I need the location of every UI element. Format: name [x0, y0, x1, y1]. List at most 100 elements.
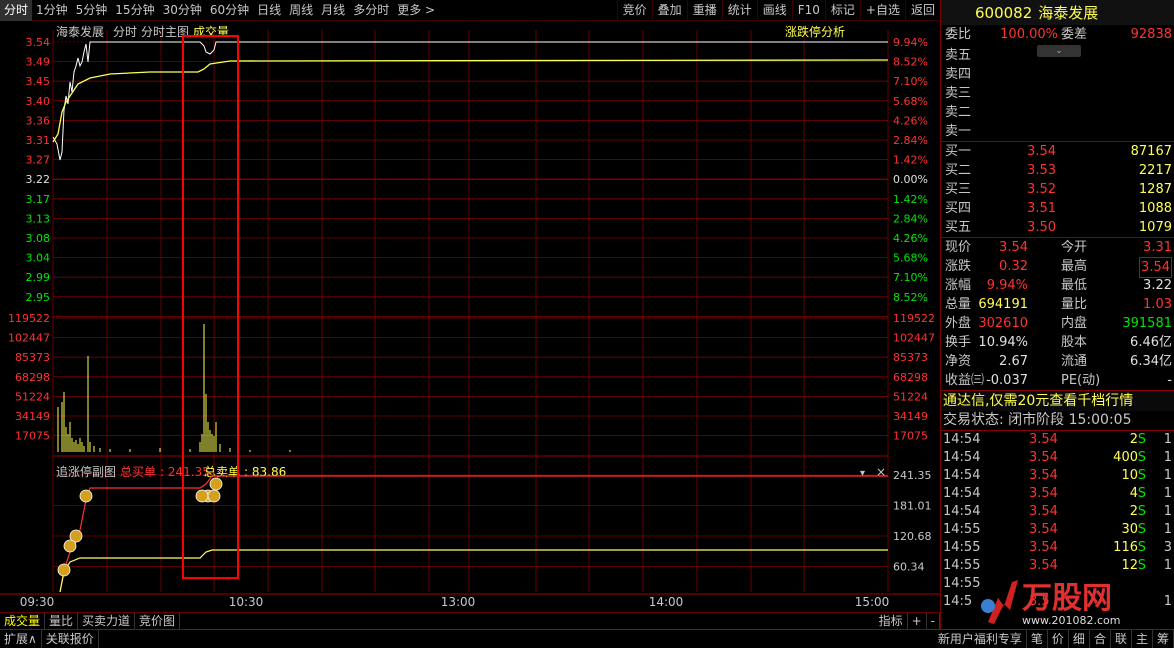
period-tab-5[interactable]: 60分钟 [206, 0, 253, 21]
price-tick-label: 2.99 [26, 271, 51, 284]
tick-volume: 116 [1113, 540, 1138, 555]
toolbar-button-0[interactable]: 竞价 [616, 0, 652, 21]
toolbar-button-3[interactable]: 统计 [721, 0, 757, 21]
vol-tick-label-right: 51224 [893, 390, 928, 403]
vol-tick-label: 68298 [15, 371, 50, 384]
period-tab-10[interactable]: 更多 > [393, 0, 439, 21]
indicator-tab-0[interactable]: 成交量 [0, 613, 46, 629]
buy-level-label: 买四 [945, 201, 972, 216]
vol-tick-label-right: 34149 [893, 410, 928, 423]
sub-tick-label: 181.01 [893, 500, 932, 513]
stat-row: 现价 3.54 今开 3.31 [941, 238, 1174, 257]
tick-volume: 10 [1121, 468, 1138, 483]
status-right-3[interactable]: 细 [1069, 629, 1090, 648]
stat-label-2: PE(动) [1061, 373, 1101, 388]
pct-tick-label: 7.10% [893, 75, 928, 88]
status-right-1[interactable]: 笔 [1027, 629, 1048, 648]
tick-side: S [1137, 504, 1146, 519]
stat-label: 换手 [945, 335, 972, 350]
stat-row: 涨跌 0.32 最高 3.54 [941, 257, 1174, 278]
toolbar-button-2[interactable]: 重播 [686, 0, 722, 21]
period-tab-3[interactable]: 15分钟 [111, 0, 158, 21]
buy-level-row[interactable]: 买二 3.53 2217 [941, 161, 1174, 180]
weibi-label: 委比 [945, 27, 972, 42]
indicator-tab-3[interactable]: 竞价图 [135, 613, 181, 629]
stat-row: 总量 694191 量比 1.03 [941, 295, 1174, 314]
status-right-7[interactable]: 筹 [1153, 629, 1174, 648]
status-left-0[interactable]: 扩展∧ [0, 629, 42, 648]
period-tab-2[interactable]: 5分钟 [72, 0, 112, 21]
stock-name: 海泰发展 [1038, 4, 1099, 22]
period-tab-0[interactable]: 分时 [0, 0, 33, 21]
buy-level-volume: 87167 [1130, 144, 1172, 159]
period-tab-9[interactable]: 多分时 [349, 0, 393, 21]
stat-value: 10.94% [978, 335, 1028, 350]
status-right-5[interactable]: 联 [1111, 629, 1132, 648]
weibi-value: 100.00% [1000, 27, 1058, 42]
period-tab-7[interactable]: 周线 [285, 0, 317, 21]
toolbar-button-6[interactable]: 标记 [824, 0, 860, 21]
vol-tick-label: 85373 [15, 351, 50, 364]
weicha-value: 92838 [1130, 27, 1172, 42]
intraday-chart[interactable]: 3.54 3.49 3.45 3.40 3.36 3.31 3.27 3.22 3.17 3.13… [0, 22, 940, 612]
tick-side: S [1137, 486, 1146, 501]
buy-level-row[interactable]: 买一 3.54 87167 [941, 142, 1174, 161]
period-tab-6[interactable]: 日线 [253, 0, 285, 21]
status-right-4[interactable]: 合 [1090, 629, 1111, 648]
toolbar-button-8[interactable]: 返回 [904, 0, 940, 21]
status-right-2[interactable]: 价 [1048, 629, 1069, 648]
toolbar-button-1[interactable]: 叠加 [651, 0, 687, 21]
buy-level-row[interactable]: 买三 3.52 1287 [941, 180, 1174, 199]
indicator-control-1[interactable]: + [908, 613, 927, 629]
toolbar-button-5[interactable]: F10 [791, 0, 825, 21]
buy-level-volume: 2217 [1138, 163, 1172, 178]
toolbar-button-4[interactable]: 画线 [756, 0, 792, 21]
period-tab-8[interactable]: 月线 [317, 0, 349, 21]
time-tick-label: 14:00 [649, 595, 684, 609]
period-tab-1[interactable]: 1分钟 [32, 0, 72, 21]
buy-level-row[interactable]: 买五 3.50 1079 [941, 218, 1174, 237]
tick-count: 1 [1163, 522, 1172, 537]
tick-count: 1 [1163, 486, 1172, 501]
pct-tick-label: 2.84% [893, 134, 928, 147]
vol-tick-label: 17075 [15, 430, 50, 443]
pct-tick-label: 9.94% [893, 36, 928, 49]
money-bag-icon [195, 489, 209, 503]
sub-sell-label: 总卖单 [204, 465, 240, 479]
indicator-tab-1[interactable]: 量比 [45, 613, 79, 629]
tick-time: 14:54 [943, 432, 981, 447]
tick-row: 14:55 3.54 30 S 1 [941, 521, 1174, 539]
period-tab-4[interactable]: 30分钟 [159, 0, 206, 21]
pct-tick-label: 8.52% [893, 291, 928, 304]
money-bag-icon [209, 477, 223, 491]
price-tick-label: 3.40 [26, 95, 51, 108]
price-tick-label: 3.27 [26, 154, 51, 167]
toolbar-button-7[interactable]: +自选 [859, 0, 905, 21]
price-tick-label: 3.49 [26, 56, 51, 69]
tick-time: 14:54 [943, 504, 981, 519]
money-bag-icon [79, 489, 93, 503]
sell-level-label: 卖一 [945, 124, 972, 139]
indicator-control-0[interactable]: 指标 [875, 613, 908, 629]
status-right-0[interactable]: 新用户福利专享 [934, 629, 1027, 648]
price-tick-label: 2.95 [26, 291, 51, 304]
stat-label: 净资 [945, 354, 972, 369]
sub-buy-label: 总买单 [120, 465, 156, 479]
indicator-control-2[interactable]: - [927, 613, 940, 629]
promo-banner[interactable]: 通达信,仅需20元查看千档行情 [941, 391, 1174, 411]
price-tick-label: 3.08 [26, 232, 51, 245]
buy-level-row[interactable]: 买四 3.51 1088 [941, 199, 1174, 218]
status-left-1[interactable]: 关联报价 [42, 629, 99, 648]
tick-side: S [1137, 450, 1146, 465]
stat-row: 涨幅 9.94% 最低 3.22 [941, 276, 1174, 295]
indicator-tab-2[interactable]: 买卖力道 [78, 613, 136, 629]
stat-row: 收益㈢ -0.037 PE(动) - [941, 371, 1174, 390]
sub-chart-title: 追涨停副图 [56, 464, 116, 479]
stat-label: 外盘 [945, 316, 972, 331]
tick-volume: 400 [1113, 450, 1138, 465]
price-tick-label: 3.13 [26, 212, 51, 225]
tick-count: 3 [1163, 540, 1172, 555]
status-right-6[interactable]: 主 [1132, 629, 1153, 648]
price-tick-label: 3.22 [26, 173, 51, 186]
tick-time: 14:55 [943, 576, 981, 591]
